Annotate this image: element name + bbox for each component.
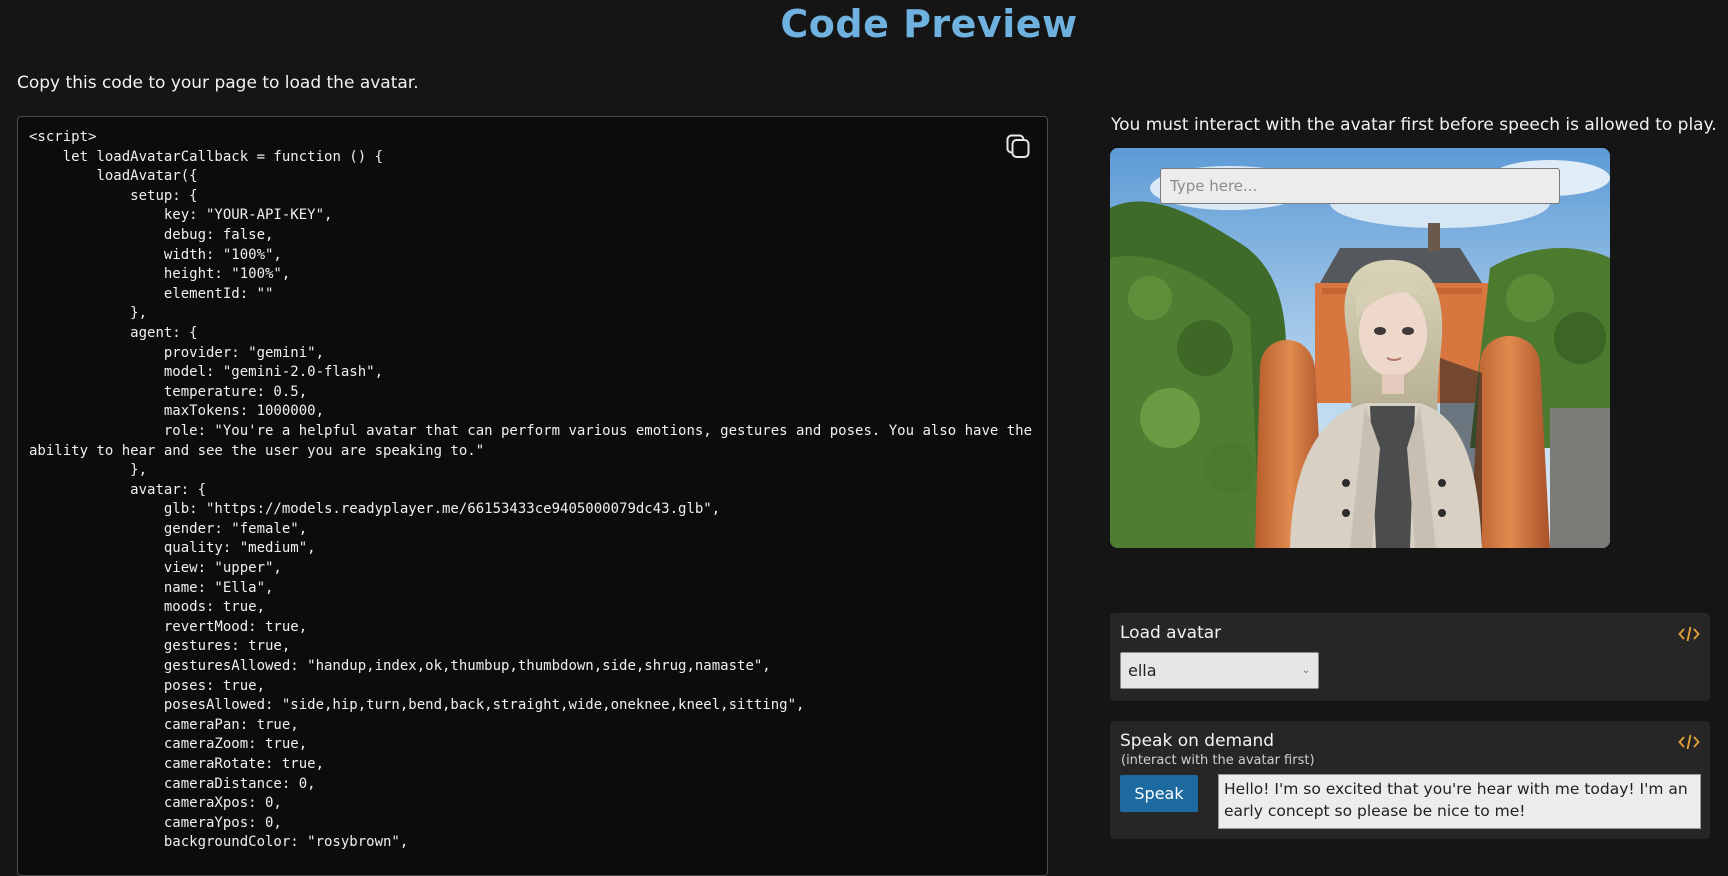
speech-notice: You must interact with the avatar first …	[1111, 115, 1717, 135]
speak-button[interactable]: Speak	[1120, 775, 1198, 812]
speak-textarea[interactable]: Hello! I'm so excited that you're hear w…	[1218, 774, 1701, 829]
avatar-viewport[interactable]	[1110, 148, 1610, 548]
code-block[interactable]: <script> let loadAvatarCallback = functi…	[18, 117, 1047, 853]
load-avatar-title: Load avatar	[1120, 623, 1222, 643]
page-title: Code Preview	[780, 2, 1078, 46]
speak-on-demand-title: Speak on demand	[1120, 731, 1275, 751]
avatar-select-value: ella	[1128, 661, 1157, 680]
speak-on-demand-subtitle: (interact with the avatar first)	[1121, 753, 1315, 768]
avatar-scene-image	[1110, 148, 1610, 548]
avatar-select[interactable]: ella ⌄	[1120, 652, 1319, 689]
code-tag-icon[interactable]	[1678, 625, 1700, 643]
load-avatar-card: Load avatar ella ⌄	[1110, 613, 1710, 701]
intro-text: Copy this code to your page to load the …	[17, 73, 419, 93]
copy-icon[interactable]	[1005, 133, 1031, 159]
speak-on-demand-card: Speak on demand (interact with the avata…	[1110, 721, 1710, 839]
avatar-chat-input[interactable]	[1160, 168, 1560, 204]
code-panel: <script> let loadAvatarCallback = functi…	[17, 116, 1048, 876]
code-tag-icon[interactable]	[1678, 733, 1700, 751]
chevron-down-icon: ⌄	[1301, 665, 1310, 676]
